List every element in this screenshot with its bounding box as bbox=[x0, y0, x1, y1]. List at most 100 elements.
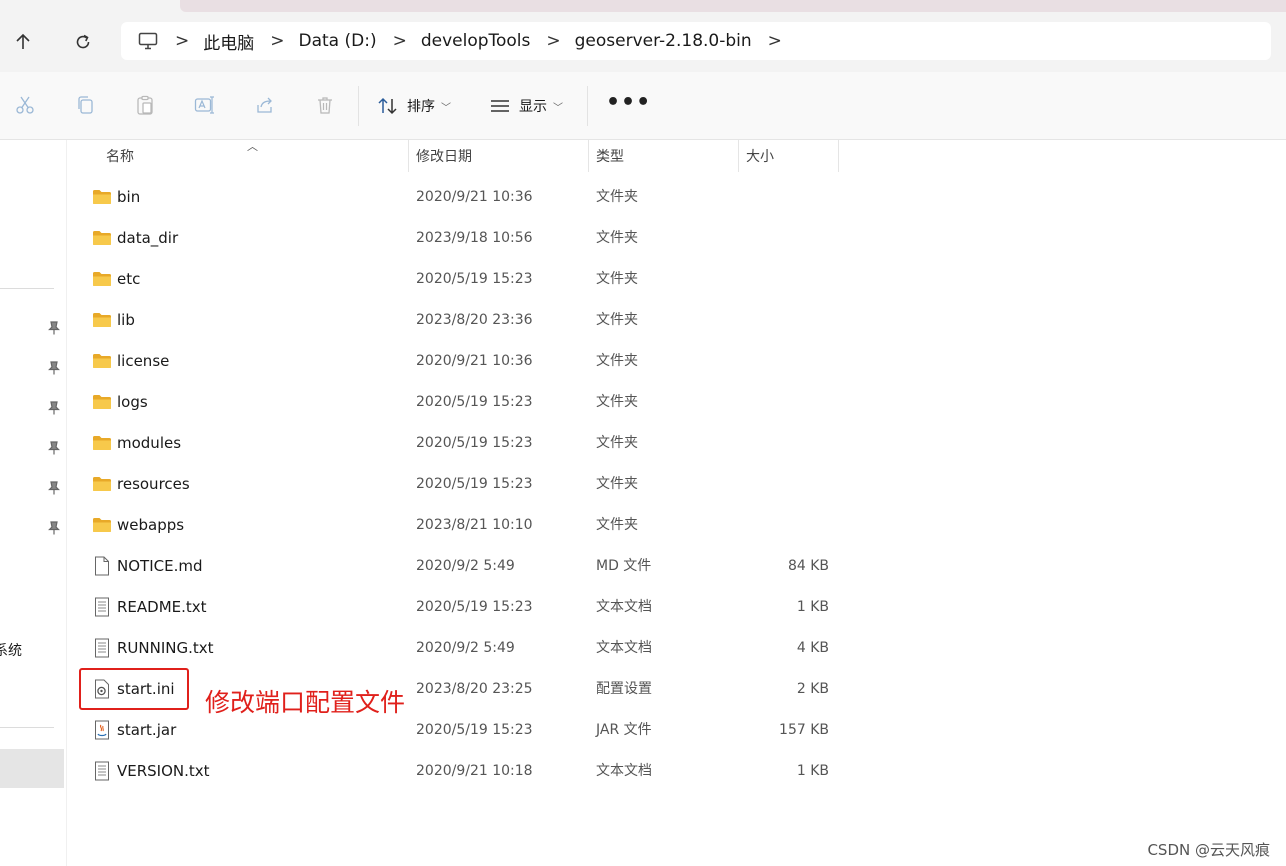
up-arrow-icon bbox=[16, 33, 30, 49]
share-icon[interactable] bbox=[254, 94, 276, 116]
column-divider[interactable] bbox=[408, 140, 409, 172]
chevron-down-icon: ﹀ bbox=[441, 102, 451, 114]
more-options-button[interactable]: ••• bbox=[606, 92, 651, 114]
breadcrumb-this-pc[interactable]: 此电脑 bbox=[203, 29, 254, 54]
highlight-box bbox=[79, 668, 189, 710]
file-date: 2023/8/20 23:25 bbox=[416, 681, 533, 697]
column-header-name[interactable]: 名称 bbox=[106, 140, 134, 172]
file-type: JAR 文件 bbox=[596, 722, 652, 738]
file-name: logs bbox=[117, 393, 148, 411]
tab-edge bbox=[180, 0, 1286, 12]
file-name: VERSION.txt bbox=[117, 762, 210, 780]
breadcrumb-separator[interactable]: > bbox=[270, 32, 284, 50]
pin-icon[interactable] bbox=[46, 480, 62, 496]
file-type: 配置设置 bbox=[596, 681, 652, 697]
watermark: CSDN @云天风痕 bbox=[1147, 841, 1270, 859]
column-divider[interactable] bbox=[738, 140, 739, 172]
view-list-icon bbox=[491, 100, 509, 112]
cut-icon[interactable] bbox=[14, 94, 36, 116]
file-row[interactable]: webapps 2023/8/21 10:10 文件夹 bbox=[66, 505, 846, 546]
sort-button[interactable]: 排序 ﹀ bbox=[377, 92, 451, 120]
sidebar-item-system-label[interactable]: 系统 bbox=[0, 640, 22, 660]
file-name: webapps bbox=[117, 516, 185, 534]
folder-icon bbox=[92, 269, 112, 289]
blank-file-icon bbox=[92, 556, 112, 576]
file-date: 2020/9/2 5:49 bbox=[416, 640, 515, 656]
file-row[interactable]: data_dir 2023/9/18 10:56 文件夹 bbox=[66, 218, 846, 259]
breadcrumb-develop-tools[interactable]: developTools bbox=[421, 31, 531, 51]
sidebar-item-selected[interactable] bbox=[0, 749, 64, 788]
chevron-down-icon: ﹀ bbox=[553, 102, 563, 114]
file-row[interactable]: NOTICE.md 2020/9/2 5:49 MD 文件 84 KB bbox=[66, 546, 846, 587]
file-type: 文件夹 bbox=[596, 312, 638, 328]
file-size: 2 KB bbox=[796, 681, 829, 697]
pin-icon[interactable] bbox=[46, 440, 62, 456]
column-divider[interactable] bbox=[588, 140, 589, 172]
up-button[interactable] bbox=[9, 28, 37, 56]
address-bar[interactable]: > 此电脑 > Data (D:) > developTools > geose… bbox=[121, 22, 1271, 60]
file-row[interactable]: README.txt 2020/5/19 15:23 文本文档 1 KB bbox=[66, 587, 846, 628]
breadcrumb-separator[interactable]: > bbox=[175, 32, 189, 50]
file-name: modules bbox=[117, 434, 182, 452]
breadcrumb-geoserver[interactable]: geoserver-2.18.0-bin bbox=[575, 31, 752, 51]
delete-icon[interactable] bbox=[314, 94, 336, 116]
pin-icon[interactable] bbox=[46, 400, 62, 416]
breadcrumb-drive[interactable]: Data (D:) bbox=[299, 31, 377, 51]
file-row[interactable]: etc 2020/5/19 15:23 文件夹 bbox=[66, 259, 846, 300]
sort-label: 排序 bbox=[407, 99, 435, 115]
paste-icon[interactable] bbox=[134, 94, 156, 116]
command-bar: 排序 ﹀ 显示 ﹀ ••• bbox=[0, 72, 1286, 140]
sort-ascending-icon: ︿ bbox=[247, 140, 258, 153]
pin-icon[interactable] bbox=[46, 520, 62, 536]
breadcrumb-separator[interactable]: > bbox=[768, 32, 782, 50]
file-row[interactable]: modules 2020/5/19 15:23 文件夹 bbox=[66, 423, 846, 464]
navigation-pane: 系统 bbox=[0, 140, 67, 866]
file-row[interactable]: resources 2020/5/19 15:23 文件夹 bbox=[66, 464, 846, 505]
file-name: RUNNING.txt bbox=[117, 639, 214, 657]
folder-icon bbox=[92, 392, 112, 412]
file-type: 文件夹 bbox=[596, 189, 638, 205]
folder-icon bbox=[92, 351, 112, 371]
sidebar-divider bbox=[0, 727, 54, 728]
jar-file-icon bbox=[92, 720, 112, 740]
file-size: 84 KB bbox=[787, 558, 829, 574]
file-name: bin bbox=[117, 188, 141, 206]
file-date: 2020/5/19 15:23 bbox=[416, 476, 533, 492]
folder-icon bbox=[92, 228, 112, 248]
breadcrumb-separator[interactable]: > bbox=[546, 32, 560, 50]
file-row[interactable]: lib 2023/8/20 23:36 文件夹 bbox=[66, 300, 846, 341]
folder-icon bbox=[92, 515, 112, 535]
column-header-size[interactable]: 大小 bbox=[746, 140, 774, 172]
file-row[interactable]: bin 2020/9/21 10:36 文件夹 bbox=[66, 177, 846, 218]
folder-icon bbox=[92, 310, 112, 330]
file-name: data_dir bbox=[117, 229, 179, 247]
folder-icon bbox=[92, 474, 112, 494]
breadcrumb-separator[interactable]: > bbox=[393, 32, 407, 50]
copy-icon[interactable] bbox=[74, 94, 96, 116]
file-date: 2020/9/21 10:36 bbox=[416, 189, 533, 205]
file-name: start.jar bbox=[117, 721, 177, 739]
column-header-type[interactable]: 类型 bbox=[596, 140, 624, 172]
file-row[interactable]: RUNNING.txt 2020/9/2 5:49 文本文档 4 KB bbox=[66, 628, 846, 669]
this-pc-icon[interactable] bbox=[137, 30, 159, 52]
file-date: 2020/9/2 5:49 bbox=[416, 558, 515, 574]
toolbar-divider bbox=[358, 86, 359, 126]
view-button[interactable]: 显示 ﹀ bbox=[489, 92, 563, 120]
text-file-icon bbox=[92, 761, 112, 781]
refresh-button[interactable] bbox=[69, 28, 97, 56]
file-type: 文件夹 bbox=[596, 517, 638, 533]
file-row[interactable]: start.jar 2020/5/19 15:23 JAR 文件 157 KB bbox=[66, 710, 846, 751]
column-divider[interactable] bbox=[838, 140, 839, 172]
file-type: 文件夹 bbox=[596, 353, 638, 369]
file-row[interactable]: logs 2020/5/19 15:23 文件夹 bbox=[66, 382, 846, 423]
column-header-date[interactable]: 修改日期 bbox=[416, 140, 472, 172]
pin-icon[interactable] bbox=[46, 360, 62, 376]
annotation-text: 修改端口配置文件 bbox=[205, 688, 406, 717]
file-row[interactable]: license 2020/9/21 10:36 文件夹 bbox=[66, 341, 846, 382]
file-date: 2023/8/20 23:36 bbox=[416, 312, 533, 328]
file-date: 2020/5/19 15:23 bbox=[416, 722, 533, 738]
pin-icon[interactable] bbox=[46, 320, 62, 336]
rename-icon[interactable] bbox=[194, 94, 216, 116]
view-label: 显示 bbox=[519, 99, 547, 115]
file-row[interactable]: VERSION.txt 2020/9/21 10:18 文本文档 1 KB bbox=[66, 751, 846, 792]
